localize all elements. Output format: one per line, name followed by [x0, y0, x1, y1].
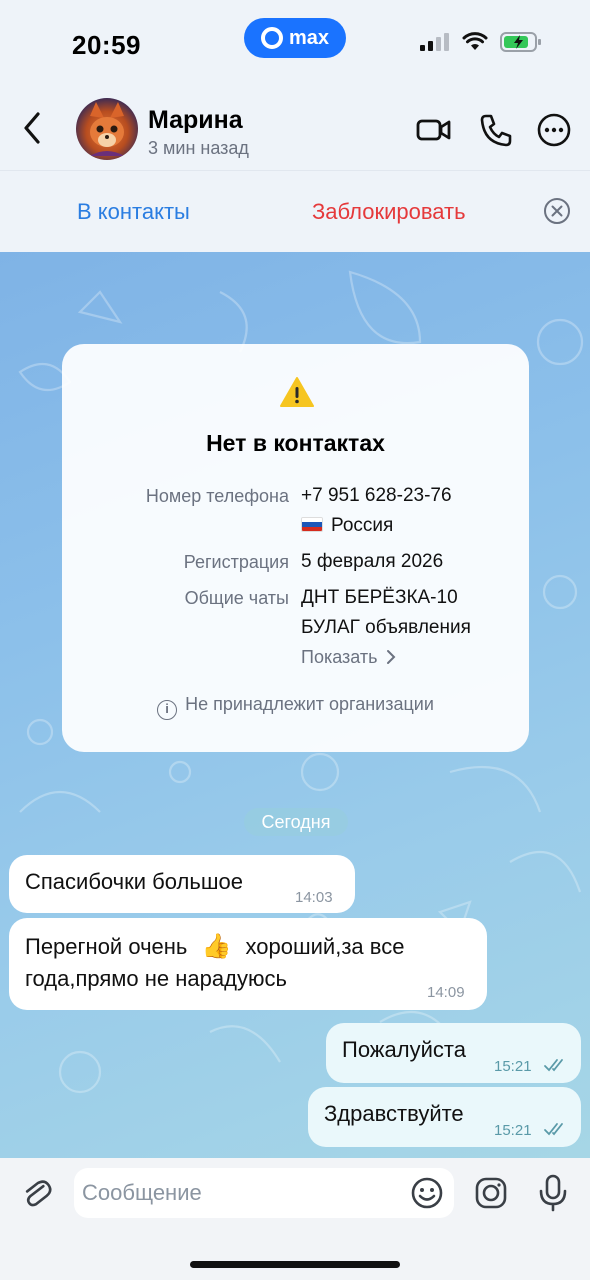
chat-area[interactable]: Нет в контактах Номер телефона +7 951 62… — [0, 252, 590, 1158]
registration-label: Регистрация — [183, 552, 289, 572]
battery-icon — [500, 32, 541, 52]
status-icons — [420, 32, 542, 52]
common-chat-item[interactable]: ДНТ БЕРЁЗКА-10 — [301, 587, 458, 609]
paperclip-icon[interactable] — [20, 1176, 52, 1210]
show-more-label: Показать — [301, 647, 378, 667]
message-time: 15:21 — [494, 1122, 532, 1139]
common-chat-item[interactable]: БУЛАГ объявления — [301, 617, 471, 639]
chevron-right-icon — [386, 650, 395, 664]
microphone-icon[interactable] — [538, 1174, 568, 1212]
back-icon[interactable] — [18, 108, 48, 148]
add-to-contacts-button[interactable]: В контакты — [77, 199, 190, 225]
country-value: Россия — [331, 515, 394, 536]
message-text: Здравствуйте — [324, 1101, 464, 1126]
info-icon: i — [157, 700, 178, 720]
organization-note-text: Не принадлежит организации — [185, 694, 434, 714]
message-text: Спасибочки большое — [25, 869, 243, 894]
read-check-icon — [544, 1123, 563, 1136]
phone-label: Номер телефона — [145, 486, 289, 506]
emoji-icon[interactable] — [410, 1176, 444, 1210]
chat-header: Марина 3 мин назад — [0, 90, 590, 170]
message-bubble-incoming[interactable]: Спасибочки большое 14:03 — [9, 855, 355, 913]
phone-value[interactable]: +7 951 628-23-76 — [301, 485, 452, 507]
message-time: 14:09 — [427, 984, 465, 1001]
message-input[interactable] — [74, 1168, 454, 1218]
fox-avatar-image — [90, 102, 124, 156]
read-check-icon — [544, 1059, 563, 1072]
max-app-pill[interactable]: max — [244, 18, 346, 58]
status-bar: 20:59 max — [0, 0, 590, 90]
status-time: 20:59 — [72, 30, 141, 60]
thumbs-up-emoji: 👍 — [201, 933, 232, 960]
date-separator: Сегодня — [244, 808, 348, 836]
home-indicator[interactable] — [190, 1261, 400, 1268]
show-more-link[interactable]: Показать — [301, 647, 396, 668]
message-text-line: года,прямо не нарадуюсь — [25, 966, 287, 991]
avatar[interactable] — [76, 98, 138, 160]
last-seen-status: 3 мин назад — [148, 138, 249, 158]
close-icon[interactable] — [543, 197, 571, 225]
russia-flag-icon — [301, 517, 323, 532]
message-bubble-incoming[interactable]: Перегной очень 👍 хороший,за все года,пря… — [9, 918, 487, 1010]
video-call-icon[interactable] — [414, 110, 454, 150]
country-row: Россия — [301, 515, 393, 537]
max-logo-icon — [260, 27, 283, 49]
contact-name[interactable]: Марина — [148, 106, 243, 135]
message-bubble-outgoing[interactable]: Здравствуйте 15:21 — [308, 1087, 581, 1147]
wifi-icon — [462, 32, 488, 50]
message-bubble-outgoing[interactable]: Пожалуйста 15:21 — [326, 1023, 581, 1083]
message-text-part: хороший,за все — [245, 934, 405, 959]
warning-icon — [280, 377, 314, 407]
message-text-part: Перегной очень — [25, 934, 188, 959]
registration-value: 5 февраля 2026 — [301, 551, 444, 572]
phone-call-icon[interactable] — [476, 110, 516, 150]
message-time: 14:03 — [295, 889, 333, 906]
more-options-icon[interactable] — [534, 110, 574, 150]
contact-info-card: Нет в контактах Номер телефона +7 951 62… — [62, 344, 529, 752]
camera-icon[interactable] — [474, 1176, 508, 1210]
contact-actions-bar: В контакты Заблокировать — [0, 170, 590, 252]
organization-note: i Не принадлежит организации — [62, 694, 529, 720]
message-time: 15:21 — [494, 1058, 532, 1075]
signal-icon — [420, 33, 449, 51]
common-chats-label: Общие чаты — [184, 588, 289, 608]
max-pill-label: max — [288, 26, 330, 49]
message-text: Пожалуйста — [342, 1037, 466, 1062]
card-title: Нет в контактах — [206, 430, 385, 456]
message-text-line: Перегной очень 👍 хороший,за все — [25, 932, 404, 961]
block-button[interactable]: Заблокировать — [312, 199, 466, 225]
